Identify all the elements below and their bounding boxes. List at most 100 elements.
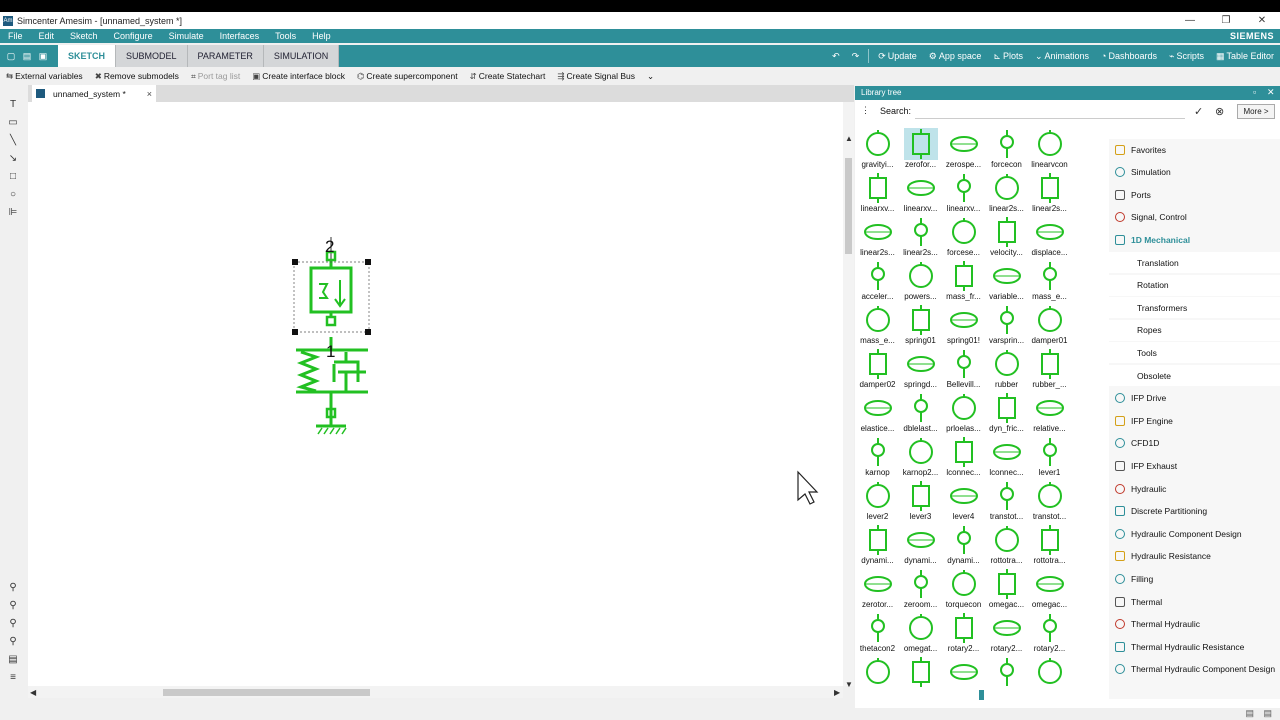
category-item[interactable]: IFP Engine <box>1109 410 1280 431</box>
library-component[interactable]: thetacon2 <box>856 612 899 656</box>
category-item[interactable]: Simulation <box>1109 162 1280 183</box>
category-item[interactable]: Ports <box>1109 184 1280 205</box>
ellipse-tool-icon[interactable]: ○ <box>7 189 19 201</box>
library-component[interactable]: zerofor... <box>899 128 942 172</box>
category-item[interactable]: Hydraulic <box>1109 478 1280 499</box>
library-component[interactable]: mass_fr... <box>942 260 985 304</box>
library-component[interactable]: damper02 <box>856 348 899 392</box>
zoom-selection-icon[interactable]: ⚲ <box>7 636 19 648</box>
create-interface-block-button[interactable]: ▣ Create interface block <box>252 71 345 82</box>
sketch-canvas[interactable]: 2 1 <box>28 102 843 686</box>
library-component[interactable]: dyn_fric... <box>985 392 1028 436</box>
library-component[interactable]: spring01 <box>899 304 942 348</box>
scroll-down-icon[interactable]: ▼ <box>845 680 853 689</box>
status-icon-left[interactable]: ▤ <box>1245 708 1254 719</box>
redo-icon[interactable]: ↷ <box>852 51 860 62</box>
new-file-icon[interactable]: ▢ <box>6 51 16 61</box>
menu-sketch[interactable]: Sketch <box>62 31 106 41</box>
animations-button[interactable]: ⌄ Animations <box>1035 51 1089 62</box>
zoom-fit-icon[interactable]: ⚲ <box>7 618 19 630</box>
float-panel-icon[interactable]: ▫ <box>1253 87 1256 97</box>
undo-icon[interactable]: ↶ <box>832 51 840 62</box>
category-item[interactable]: Hydraulic Resistance <box>1109 546 1280 567</box>
library-component[interactable]: lever1 <box>1028 436 1071 480</box>
category-item[interactable]: Thermal Hydraulic Component Design <box>1109 659 1280 680</box>
grid-scroll-thumb[interactable] <box>979 690 984 700</box>
tab-sketch[interactable]: SKETCH <box>58 45 117 67</box>
library-component[interactable]: transtot... <box>985 480 1028 524</box>
tab-submodel[interactable]: SUBMODEL <box>116 45 188 67</box>
library-component[interactable]: prloelas... <box>942 392 985 436</box>
library-component[interactable]: rottotra... <box>985 524 1028 568</box>
library-component[interactable]: zerotor... <box>856 568 899 612</box>
tab-unnamed-system[interactable]: unnamed_system * × <box>32 85 156 102</box>
library-component[interactable]: rubber_... <box>1028 348 1071 392</box>
category-item[interactable]: Thermal Hydraulic <box>1109 614 1280 635</box>
library-component[interactable]: linear2s... <box>856 216 899 260</box>
library-component[interactable]: dynami... <box>856 524 899 568</box>
library-component[interactable]: gravityi... <box>856 128 899 172</box>
library-component[interactable]: omegat... <box>899 612 942 656</box>
library-component[interactable]: linearvcon <box>1028 128 1071 172</box>
library-component[interactable]: relative... <box>1028 392 1071 436</box>
align-tool-icon[interactable]: ⊫ <box>7 207 19 219</box>
app-space-button[interactable]: ⚙ App space <box>929 51 982 62</box>
library-component[interactable]: dynami... <box>899 524 942 568</box>
library-component[interactable]: omegac... <box>985 568 1028 612</box>
library-component[interactable]: damper01 <box>1028 304 1071 348</box>
minimize-button[interactable]: — <box>1172 12 1208 29</box>
library-component[interactable]: karnop <box>856 436 899 480</box>
library-component[interactable]: velocity... <box>985 216 1028 260</box>
library-component[interactable]: rubber <box>985 348 1028 392</box>
library-component[interactable]: acceler... <box>856 260 899 304</box>
menu-edit[interactable]: Edit <box>31 31 63 41</box>
category-item[interactable]: IFP Exhaust <box>1109 455 1280 476</box>
category-item[interactable]: IFP Drive <box>1109 388 1280 409</box>
text-tool-icon[interactable]: T <box>7 99 19 111</box>
library-component[interactable]: lconnec... <box>985 436 1028 480</box>
overview-icon[interactable]: ▤ <box>7 654 19 666</box>
library-component[interactable]: dblelast... <box>899 392 942 436</box>
canvas-vertical-scrollbar[interactable]: ▲ ▼ <box>843 102 854 689</box>
horizontal-scroll-thumb[interactable] <box>163 689 370 696</box>
category-item[interactable]: Thermal <box>1109 591 1280 612</box>
create-signal-bus-button[interactable]: ⇶ Create Signal Bus <box>557 71 635 82</box>
library-component[interactable]: mass_e... <box>856 304 899 348</box>
check-icon[interactable]: ✓ <box>1194 105 1203 118</box>
library-component[interactable]: displace... <box>1028 216 1071 260</box>
scroll-left-icon[interactable]: ◀ <box>30 688 36 697</box>
category-item[interactable]: Transformers <box>1109 297 1280 319</box>
component-grid-scrollbar[interactable] <box>855 690 1105 700</box>
maximize-button[interactable]: ❐ <box>1208 12 1244 29</box>
menu-configure[interactable]: Configure <box>106 31 161 41</box>
library-component[interactable]: rotary2... <box>985 612 1028 656</box>
open-folder-icon[interactable]: ▤ <box>22 51 32 61</box>
clear-search-icon[interactable]: ⊗ <box>1215 105 1224 118</box>
category-item[interactable]: Obsolete <box>1109 365 1280 386</box>
library-component[interactable]: zerospe... <box>942 128 985 172</box>
library-component[interactable]: zeroom... <box>899 568 942 612</box>
canvas-horizontal-scrollbar[interactable]: ◀ ▶ <box>28 686 843 698</box>
category-item[interactable]: Signal, Control <box>1109 207 1280 228</box>
status-icon-right[interactable]: ▤ <box>1263 708 1272 719</box>
vertical-scroll-thumb[interactable] <box>845 158 852 254</box>
library-component[interactable]: mass_e... <box>1028 260 1071 304</box>
menu-simulate[interactable]: Simulate <box>161 31 212 41</box>
category-item[interactable]: Discrete Partitioning <box>1109 501 1280 522</box>
library-component[interactable]: varsprin... <box>985 304 1028 348</box>
save-icon[interactable]: ▣ <box>38 51 48 61</box>
library-component[interactable]: spring01! <box>942 304 985 348</box>
library-component[interactable]: linear2s... <box>899 216 942 260</box>
library-component[interactable]: rotary2... <box>1028 612 1071 656</box>
library-component[interactable]: lever3 <box>899 480 942 524</box>
zoom-out-icon[interactable]: ⚲ <box>7 600 19 612</box>
library-component[interactable]: torquecon <box>942 568 985 612</box>
library-component[interactable]: springd... <box>899 348 942 392</box>
close-panel-icon[interactable]: ✕ <box>1267 87 1275 98</box>
scripts-button[interactable]: ⌁ Scripts <box>1169 51 1204 62</box>
component-force-source[interactable] <box>309 266 353 314</box>
layers-icon[interactable]: ≡ <box>7 672 19 684</box>
scroll-up-icon[interactable]: ▲ <box>845 134 853 143</box>
port-tag-list-button[interactable]: ⌗ Port tag list <box>191 71 240 82</box>
library-component[interactable]: rottotra... <box>1028 524 1071 568</box>
